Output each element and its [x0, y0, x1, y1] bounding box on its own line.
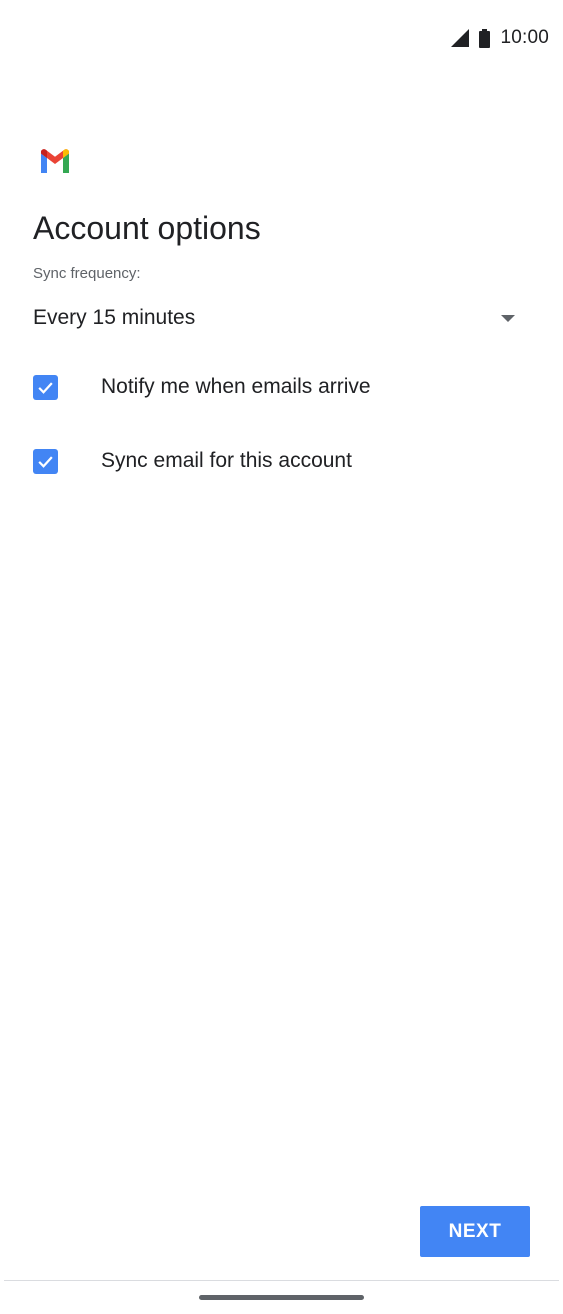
sync-email-checkbox[interactable]	[33, 448, 58, 474]
signal-icon	[451, 29, 470, 47]
gesture-nav-handle[interactable]	[199, 1295, 364, 1300]
sync-frequency-dropdown[interactable]: Every 15 minutes	[33, 298, 525, 338]
sync-frequency-label: Sync frequency:	[33, 265, 141, 282]
status-time: 10:00	[500, 27, 549, 48]
notify-checkbox[interactable]	[33, 374, 58, 400]
sync-frequency-value: Every 15 minutes	[33, 306, 196, 329]
sync-email-label: Sync email for this account	[101, 449, 352, 472]
next-button[interactable]: NEXT	[420, 1206, 530, 1257]
checkmark-icon	[38, 381, 53, 394]
checkmark-icon	[38, 455, 53, 468]
notify-label: Notify me when emails arrive	[101, 375, 371, 398]
notify-option[interactable]: Notify me when emails arrive	[33, 367, 533, 407]
page-title: Account options	[33, 210, 261, 246]
gmail-logo-icon	[41, 149, 69, 173]
divider	[4, 1280, 559, 1281]
battery-icon	[479, 28, 491, 48]
sync-email-option[interactable]: Sync email for this account	[33, 441, 533, 481]
status-bar: 10:00	[451, 24, 549, 52]
dropdown-arrow-icon	[501, 314, 515, 322]
